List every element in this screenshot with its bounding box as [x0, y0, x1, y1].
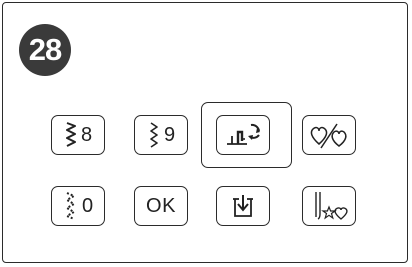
- dotted-zigzag-stitch-icon: [63, 191, 79, 221]
- step-number: 28: [28, 32, 62, 67]
- stitch-8-label: 8: [80, 123, 93, 146]
- zigzag-stitch-icon: [147, 121, 161, 149]
- twin-needle-button[interactable]: [302, 186, 356, 226]
- stitch-9-label: 9: [163, 123, 176, 146]
- stitch-9-button[interactable]: 9: [134, 115, 188, 155]
- ok-button[interactable]: OK: [134, 186, 188, 226]
- stitch-8-button[interactable]: 8: [51, 115, 105, 155]
- download-tray-icon: [229, 192, 257, 220]
- zigzag-stitch-icon: [64, 121, 78, 149]
- heart-mirror-icon: [307, 120, 351, 150]
- stitch-0-label: 0: [81, 194, 94, 217]
- step-number-badge: 28: [19, 24, 71, 76]
- needle-reset-button[interactable]: [216, 115, 270, 155]
- mirror-button[interactable]: [302, 115, 356, 155]
- ok-label: OK: [146, 194, 176, 217]
- presser-foot-rotate-icon: [221, 119, 265, 151]
- stitch-0-button[interactable]: 0: [51, 186, 105, 226]
- needle-star-heart-icon: [307, 190, 351, 222]
- memory-button[interactable]: [216, 186, 270, 226]
